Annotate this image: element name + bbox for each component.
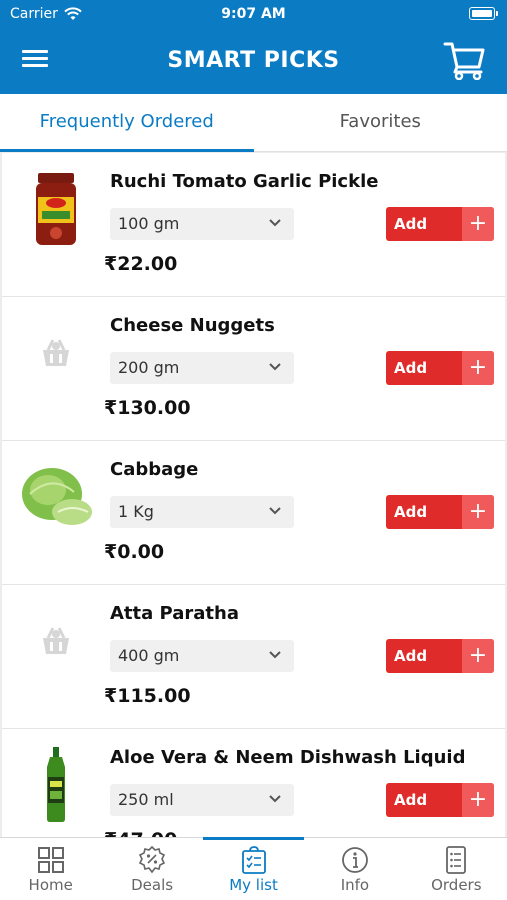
chevron-down-icon — [269, 507, 281, 515]
add-to-cart-button[interactable]: Add + — [386, 495, 494, 529]
chevron-down-icon — [269, 651, 281, 659]
variant-select[interactable]: 200 gm — [110, 352, 294, 384]
list-item: Ruchi Tomato Garlic Pickle 100 gm ₹22.00… — [2, 153, 505, 297]
tab-frequently-ordered[interactable]: Frequently Ordered — [0, 94, 254, 152]
variant-select[interactable]: 250 ml — [110, 784, 294, 816]
plus-icon: + — [462, 783, 494, 817]
product-name: Atta Paratha — [110, 603, 239, 624]
info-icon — [342, 847, 368, 873]
nav-home-label: Home — [28, 876, 73, 894]
add-to-cart-button[interactable]: Add + — [386, 351, 494, 385]
product-name: Aloe Vera & Neem Dishwash Liquid — [110, 747, 466, 768]
plus-icon: + — [462, 351, 494, 385]
list-item: Cabbage 1 Kg ₹0.00 Add + — [2, 441, 505, 585]
product-name: Ruchi Tomato Garlic Pickle — [110, 171, 379, 192]
chevron-down-icon — [269, 795, 281, 803]
cart-icon[interactable] — [443, 40, 487, 80]
add-label: Add — [394, 647, 428, 665]
nav-info[interactable]: Info — [304, 838, 405, 900]
list-item: Atta Paratha 400 gm ₹115.00 Add + — [2, 585, 505, 729]
nav-orders[interactable]: Orders — [406, 838, 507, 900]
product-name: Cheese Nuggets — [110, 315, 275, 336]
product-price: ₹115.00 — [104, 685, 191, 707]
plus-icon: + — [462, 207, 494, 241]
basket-placeholder-icon — [18, 603, 94, 679]
dishwash-bottle-image — [18, 747, 94, 823]
variant-value: 100 gm — [118, 214, 180, 233]
add-label: Add — [394, 359, 428, 377]
status-bar: Carrier 9:07 AM — [0, 0, 507, 28]
discount-badge-icon — [139, 846, 166, 874]
list-item: Cheese Nuggets 200 gm ₹130.00 Add + — [2, 297, 505, 441]
add-to-cart-button[interactable]: Add + — [386, 207, 494, 241]
variant-select[interactable]: 1 Kg — [110, 496, 294, 528]
nav-my-list[interactable]: My list — [202, 837, 305, 900]
variant-value: 200 gm — [118, 358, 180, 377]
checklist-bag-icon — [241, 846, 266, 874]
pickle-jar-image — [18, 171, 94, 247]
product-price: ₹22.00 — [104, 253, 178, 275]
battery-icon — [469, 7, 498, 20]
variant-select[interactable]: 400 gm — [110, 640, 294, 672]
tab-favorites[interactable]: Favorites — [254, 94, 507, 151]
add-label: Add — [394, 215, 428, 233]
basket-placeholder-icon — [18, 315, 94, 391]
nav-deals-label: Deals — [131, 876, 174, 894]
product-list: Ruchi Tomato Garlic Pickle 100 gm ₹22.00… — [0, 153, 507, 837]
variant-value: 250 ml — [118, 790, 174, 809]
cabbage-image — [18, 459, 94, 535]
product-price: ₹130.00 — [104, 397, 191, 419]
nav-home[interactable]: Home — [0, 838, 101, 900]
chevron-down-icon — [269, 363, 281, 371]
plus-icon: + — [462, 495, 494, 529]
product-price: ₹0.00 — [104, 541, 165, 563]
variant-value: 400 gm — [118, 646, 180, 665]
clock: 9:07 AM — [221, 6, 286, 22]
add-to-cart-button[interactable]: Add + — [386, 783, 494, 817]
nav-my-list-label: My list — [229, 876, 278, 894]
list-item: Aloe Vera & Neem Dishwash Liquid 250 ml … — [2, 729, 505, 837]
app-header: SMART PICKS — [0, 28, 507, 94]
variant-value: 1 Kg — [118, 502, 154, 521]
add-to-cart-button[interactable]: Add + — [386, 639, 494, 673]
grid-icon — [37, 847, 64, 873]
page-title: SMART PICKS — [167, 48, 340, 73]
nav-deals[interactable]: Deals — [101, 838, 202, 900]
product-price: ₹47.00 — [104, 829, 177, 837]
plus-icon: + — [462, 639, 494, 673]
add-label: Add — [394, 791, 428, 809]
product-name: Cabbage — [110, 459, 199, 480]
tab-bar: Frequently Ordered Favorites — [0, 94, 507, 152]
bottom-navigation: Home Deals My list Info Orders — [0, 837, 507, 900]
variant-select[interactable]: 100 gm — [110, 208, 294, 240]
receipt-list-icon — [446, 846, 467, 874]
add-label: Add — [394, 503, 428, 521]
nav-orders-label: Orders — [431, 876, 482, 894]
chevron-down-icon — [269, 219, 281, 227]
nav-info-label: Info — [340, 876, 370, 894]
